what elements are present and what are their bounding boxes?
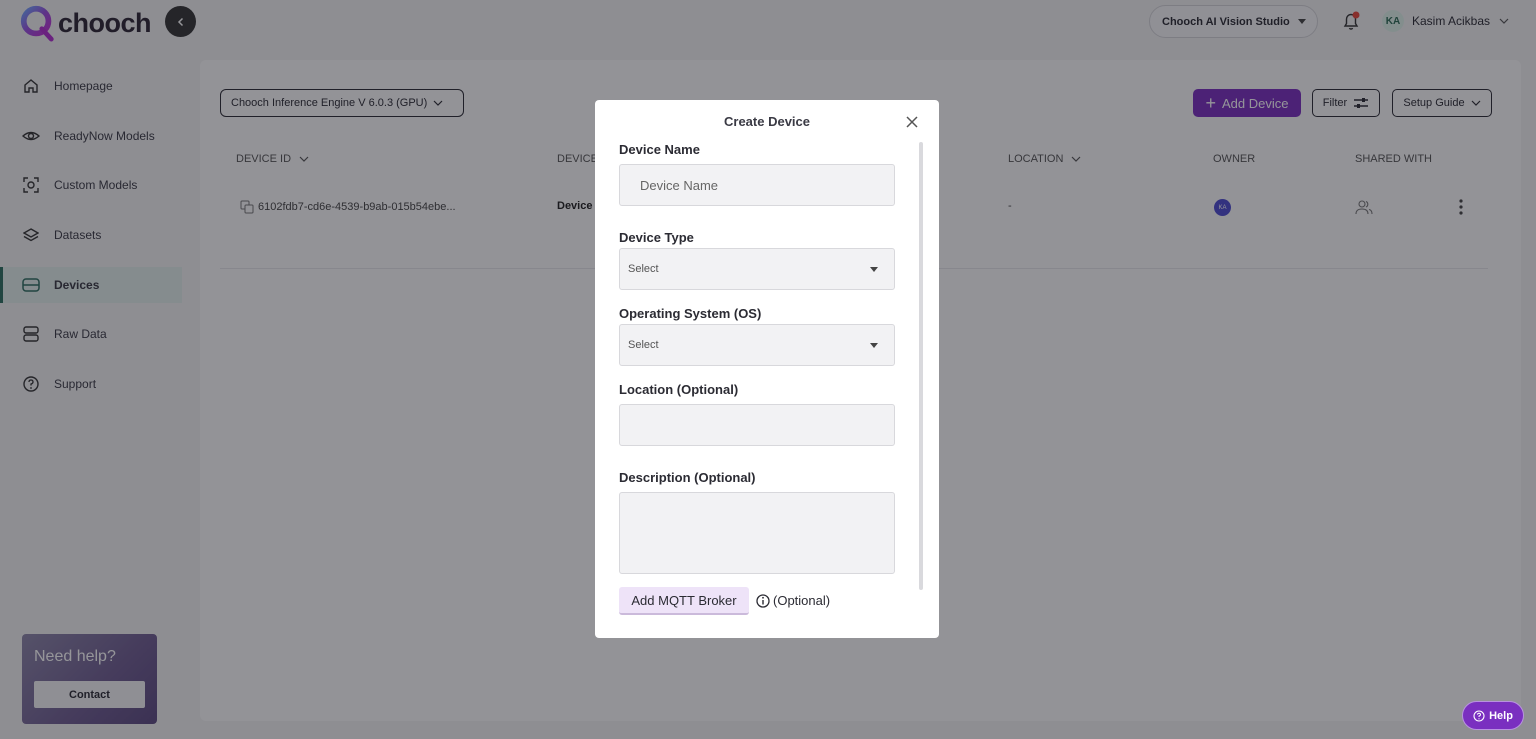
caret-down-icon [870, 266, 878, 272]
os-label: Operating System (OS) [619, 306, 762, 321]
device-name-input[interactable]: Device Name [619, 164, 895, 206]
os-select[interactable]: Select [619, 324, 895, 366]
close-icon[interactable] [904, 114, 920, 130]
device-type-value: Select [628, 263, 659, 275]
caret-down-icon [870, 342, 878, 348]
question-icon [1473, 709, 1485, 722]
add-mqtt-broker-button[interactable]: Add MQTT Broker [619, 587, 749, 615]
modal-scrollbar[interactable] [919, 142, 923, 590]
info-icon[interactable] [756, 593, 770, 608]
device-name-label: Device Name [619, 142, 700, 157]
mqtt-optional-note: (Optional) [756, 593, 830, 608]
create-device-modal: Create Device Device Name Device Name De… [595, 100, 939, 638]
device-name-placeholder: Device Name [640, 177, 719, 193]
help-button[interactable]: Help [1462, 701, 1524, 730]
description-label: Description (Optional) [619, 470, 756, 485]
device-type-select[interactable]: Select [619, 248, 895, 290]
device-type-label: Device Type [619, 230, 694, 245]
location-label: Location (Optional) [619, 382, 739, 397]
os-value: Select [628, 339, 659, 351]
description-textarea[interactable] [619, 492, 895, 574]
location-input[interactable] [619, 404, 895, 446]
modal-title: Create Device [724, 114, 810, 129]
